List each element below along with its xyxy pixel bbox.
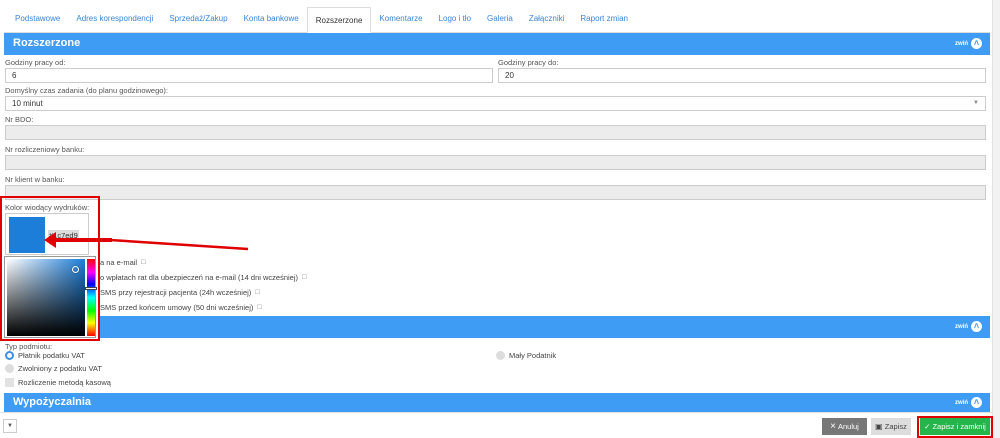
cancel-button[interactable]: × Anuluj bbox=[822, 418, 867, 435]
section-header-podatki: zwiń ˄ bbox=[100, 316, 990, 338]
notify-option-4[interactable]: SMS przed końcem umowy (50 dni wcześniej… bbox=[100, 303, 262, 312]
notify-option-1-label: a na e-mail bbox=[100, 258, 138, 267]
checkbox-cash-method-label: Rozliczenie metodą kasową bbox=[18, 378, 111, 387]
radio-icon bbox=[496, 351, 505, 360]
tab-rozszerzone[interactable]: Rozszerzone bbox=[306, 7, 372, 33]
collapse-toggle[interactable]: zwiń ˄ bbox=[955, 397, 982, 408]
save-label: Zapisz bbox=[884, 422, 907, 431]
tab-podstawowe[interactable]: Podstawowe bbox=[7, 6, 68, 32]
radio-small-taxpayer[interactable]: Mały Podatnik bbox=[496, 351, 556, 360]
collapse-toggle[interactable]: zwiń ˄ bbox=[955, 321, 982, 332]
bank-account-label: Nr rozliczeniowy banku: bbox=[5, 145, 85, 154]
caret-down-icon: ▼ bbox=[7, 423, 13, 429]
highlight-frame bbox=[0, 196, 100, 341]
bank-client-input[interactable] bbox=[5, 185, 986, 200]
bdo-input[interactable] bbox=[5, 125, 986, 140]
hours-to-input[interactable]: 20 bbox=[498, 68, 986, 83]
tab-logo-i-tlo[interactable]: Logo i tło bbox=[431, 6, 479, 32]
hours-from-label: Godziny pracy od: bbox=[5, 58, 66, 67]
comment-icon: □ bbox=[302, 274, 307, 281]
notify-option-1[interactable]: a na e-mail □ bbox=[100, 258, 145, 267]
chevron-down-icon: ▼ bbox=[973, 100, 979, 106]
footer-dropdown-button[interactable]: ▼ bbox=[3, 419, 17, 433]
checkbox-cash-method[interactable]: Rozliczenie metodą kasową bbox=[5, 378, 111, 387]
floppy-disk-icon: ▣ bbox=[875, 422, 883, 431]
checkbox-icon bbox=[5, 378, 14, 387]
comment-icon: □ bbox=[255, 289, 260, 296]
section-header-rozszerzone: Rozszerzone zwiń ˄ bbox=[4, 33, 990, 55]
save-button[interactable]: ▣ Zapisz bbox=[871, 418, 911, 435]
task-time-label: Domyślny czas zadania (do planu godzinow… bbox=[5, 86, 169, 95]
comment-icon: □ bbox=[141, 259, 146, 266]
bank-account-input[interactable] bbox=[5, 155, 986, 170]
notify-option-3-label: SMS przy rejestracji pacjenta (24h wcześ… bbox=[100, 288, 252, 297]
radio-vat-exempt[interactable]: Zwolniony z podatku VAT bbox=[5, 364, 102, 373]
hours-to-label: Godziny pracy do: bbox=[498, 58, 559, 67]
tab-komentarze[interactable]: Komentarze bbox=[371, 6, 430, 32]
tab-bar: Podstawowe Adres korespondencji Sprzedaż… bbox=[4, 6, 990, 33]
section-title: Rozszerzone bbox=[13, 37, 81, 49]
tab-sprzedaz-zakup[interactable]: Sprzedaż/Zakup bbox=[161, 6, 235, 32]
notify-option-2-label: o wpłatach rat dla ubezpieczeń na e-mail… bbox=[100, 273, 299, 282]
collapse-label: zwiń bbox=[955, 323, 968, 330]
tab-galeria[interactable]: Galeria bbox=[479, 6, 521, 32]
radio-selected-icon bbox=[5, 351, 14, 360]
footer-bar: ▼ × Anuluj ▣ Zapisz ✓ Zapisz i zamknij bbox=[0, 412, 992, 438]
tab-konta-bankowe[interactable]: Konta bankowe bbox=[236, 6, 307, 32]
chevron-up-icon: ˄ bbox=[971, 38, 982, 49]
cancel-label: Anuluj bbox=[837, 422, 859, 431]
collapse-label: zwiń bbox=[955, 399, 968, 406]
radio-vat-payer-label: Płatnik podatku VAT bbox=[18, 351, 85, 360]
radio-vat-payer[interactable]: Płatnik podatku VAT bbox=[5, 351, 85, 360]
scrollbar-track[interactable] bbox=[992, 0, 1000, 438]
radio-small-taxpayer-label: Mały Podatnik bbox=[509, 351, 557, 360]
hours-from-input[interactable]: 6 bbox=[5, 68, 493, 83]
bdo-label: Nr BDO: bbox=[5, 115, 34, 124]
tab-raport-zmian[interactable]: Raport zmian bbox=[572, 6, 636, 32]
radio-icon bbox=[5, 364, 14, 373]
chevron-up-icon: ˄ bbox=[971, 397, 982, 408]
radio-vat-exempt-label: Zwolniony z podatku VAT bbox=[18, 364, 102, 373]
tax-type-label: Typ podmiotu: bbox=[5, 342, 53, 351]
notify-option-3[interactable]: SMS przy rejestracji pacjenta (24h wcześ… bbox=[100, 288, 260, 297]
close-icon: × bbox=[830, 421, 836, 432]
arrow-annotation-icon bbox=[44, 232, 249, 251]
tab-adres-korespondencji[interactable]: Adres korespondencji bbox=[68, 6, 161, 32]
task-time-select[interactable]: 10 minut ▼ bbox=[5, 96, 986, 111]
notify-option-4-label: SMS przed końcem umowy (50 dni wcześniej… bbox=[100, 303, 254, 312]
highlight-frame bbox=[917, 416, 993, 438]
section-title: Wypożyczalnia bbox=[13, 396, 92, 408]
chevron-up-icon: ˄ bbox=[971, 321, 982, 332]
collapse-toggle[interactable]: zwiń ˄ bbox=[955, 38, 982, 49]
page: Podstawowe Adres korespondencji Sprzedaż… bbox=[0, 0, 1000, 438]
task-time-value: 10 minut bbox=[12, 99, 43, 108]
tab-zalaczniki[interactable]: Załączniki bbox=[521, 6, 573, 32]
comment-icon: □ bbox=[257, 304, 262, 311]
collapse-label: zwiń bbox=[955, 40, 968, 47]
notify-option-2[interactable]: o wpłatach rat dla ubezpieczeń na e-mail… bbox=[100, 273, 306, 282]
bank-client-label: Nr klient w banku: bbox=[5, 175, 65, 184]
section-header-wypozyczalnia: Wypożyczalnia zwiń ˄ bbox=[4, 393, 990, 412]
